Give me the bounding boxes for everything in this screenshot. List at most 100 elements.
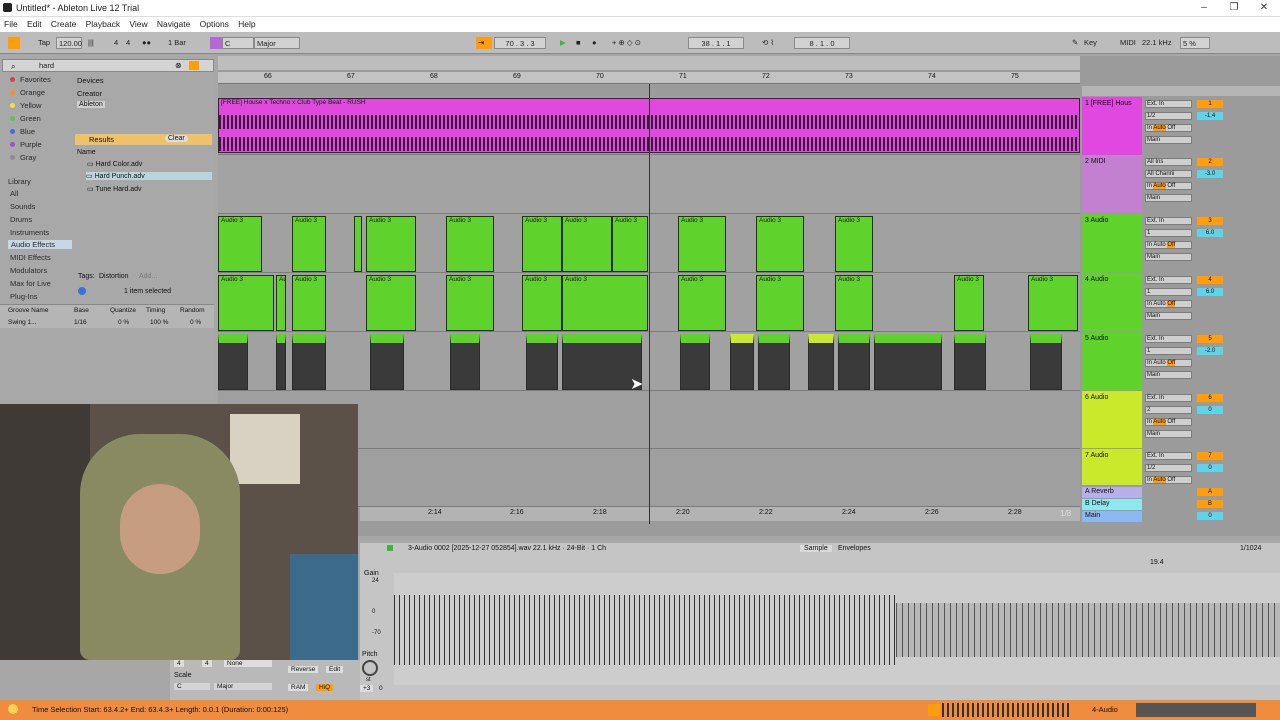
volume-field[interactable]: 6.0: [1197, 229, 1223, 237]
list-item[interactable]: ▭ Hard Punch.adv: [86, 172, 212, 180]
volume-field[interactable]: -1.4: [1197, 112, 1223, 120]
library-midi-effects[interactable]: MIDI Effects: [10, 253, 51, 262]
collection-orange[interactable]: Orange: [10, 88, 45, 97]
groove-select[interactable]: None: [224, 660, 272, 667]
quantize-menu[interactable]: 1 Bar: [166, 37, 188, 49]
tab-envelopes[interactable]: Envelopes: [838, 545, 871, 552]
metronome-icon[interactable]: |||: [86, 37, 96, 49]
track-number[interactable]: 7: [1197, 452, 1223, 460]
position-field[interactable]: 70 . 3 . 3: [494, 37, 546, 49]
audio-clip[interactable]: Audio 3: [954, 275, 984, 331]
track-header-4[interactable]: 4 Audio: [1082, 273, 1142, 331]
track-header-6[interactable]: 6 Audio: [1082, 391, 1142, 448]
monitor-in[interactable]: In: [1147, 477, 1152, 483]
sample-waveform-display[interactable]: [394, 573, 1280, 685]
menu-view[interactable]: View: [129, 19, 147, 29]
follow-icon[interactable]: ⇥: [476, 37, 492, 49]
audio-clip[interactable]: Audio 3: [522, 275, 562, 331]
beat-ruler[interactable]: 66 67 68 69 70 71 72 73 74 75: [218, 72, 1080, 84]
audio-clip[interactable]: Au: [276, 275, 286, 331]
monitor-toggle[interactable]: In Auto Off: [1145, 418, 1192, 426]
audio-clip[interactable]: [354, 216, 362, 272]
menu-playback[interactable]: Playback: [86, 19, 121, 29]
audio-clip[interactable]: [292, 334, 326, 390]
audio-clip[interactable]: Audio 3: [678, 275, 726, 331]
library-audio-effects[interactable]: Audio Effects: [8, 240, 72, 249]
library-drums[interactable]: Drums: [10, 215, 32, 224]
collection-blue[interactable]: Blue: [10, 127, 35, 136]
audio-clip[interactable]: Audio 3: [292, 275, 326, 331]
menu-create[interactable]: Create: [51, 19, 77, 29]
library-max-for-live[interactable]: Max for Live: [10, 279, 51, 288]
midi-map-button[interactable]: MIDI: [1118, 37, 1138, 49]
audio-clip[interactable]: Audio 3: [292, 216, 326, 272]
clip-scale-select[interactable]: Major: [214, 683, 272, 690]
audio-clip[interactable]: Audio 3: [756, 216, 804, 272]
clear-search-icon[interactable]: ⊗: [175, 61, 182, 70]
library-plug-ins[interactable]: Plug-Ins: [10, 292, 38, 301]
audio-clip[interactable]: Audio 3: [835, 216, 873, 272]
volume-field[interactable]: 6.0: [1197, 288, 1223, 296]
metronome-toggle-icon[interactable]: ●●: [140, 37, 153, 49]
monitor-auto[interactable]: Auto: [1153, 242, 1165, 248]
track-header-3[interactable]: 3 Audio: [1082, 214, 1142, 272]
key-map-button[interactable]: Key: [1082, 37, 1099, 49]
tag-distortion[interactable]: Distortion: [99, 273, 129, 280]
menu-help[interactable]: Help: [238, 19, 255, 29]
menu-edit[interactable]: Edit: [27, 19, 42, 29]
monitor-off[interactable]: Off: [1167, 183, 1175, 189]
monitor-auto[interactable]: Auto: [1153, 301, 1165, 307]
return-a-button[interactable]: A: [1197, 488, 1223, 496]
return-b-button[interactable]: B: [1197, 500, 1223, 508]
monitor-off[interactable]: Off: [1167, 125, 1175, 131]
return-header-b[interactable]: B Delay: [1082, 499, 1142, 510]
audio-clip[interactable]: Audio 3: [446, 275, 494, 331]
restore-icon[interactable]: ❐: [1226, 2, 1242, 13]
input-channel-select[interactable]: 1/2: [1145, 112, 1192, 120]
audio-clip[interactable]: Audio 3: [522, 216, 562, 272]
ram-button[interactable]: RAM: [288, 684, 309, 691]
audio-clip[interactable]: Audio 3: [218, 216, 262, 272]
time-ruler[interactable]: 2:14 2:16 2:18 2:20 2:22 2:24 2:26 2:28 …: [360, 507, 1080, 521]
audio-clip[interactable]: [758, 334, 790, 390]
track-number[interactable]: 2: [1197, 158, 1223, 166]
close-icon[interactable]: ✕: [1256, 2, 1272, 13]
add-tag-button[interactable]: Add...: [139, 273, 157, 280]
output-select[interactable]: Main: [1145, 371, 1192, 379]
groove-row-name[interactable]: Swing 1...: [8, 319, 37, 326]
monitor-off[interactable]: Off: [1167, 477, 1175, 483]
hiq-button[interactable]: HiQ: [316, 684, 334, 691]
monitor-toggle[interactable]: In Auto Off: [1145, 300, 1192, 308]
track-number[interactable]: 4: [1197, 276, 1223, 284]
groove-row-random[interactable]: 0 %: [190, 319, 201, 326]
monitor-in[interactable]: In: [1147, 242, 1152, 248]
volume-field[interactable]: -3.0: [1197, 170, 1223, 178]
groove-row-timing[interactable]: 100 %: [150, 319, 168, 326]
audio-clip[interactable]: Audio 3: [612, 216, 648, 272]
audio-clip[interactable]: Audio 3: [562, 275, 648, 331]
input-type-select[interactable]: Ext. In: [1145, 452, 1192, 460]
collection-gray[interactable]: Gray: [10, 153, 36, 162]
input-type-select[interactable]: Ext. In: [1145, 335, 1192, 343]
track-number[interactable]: 3: [1197, 217, 1223, 225]
reverse-button[interactable]: Reverse: [288, 666, 319, 673]
track-header-5[interactable]: 5 Audio: [1082, 332, 1142, 390]
volume-field[interactable]: 0: [1197, 464, 1223, 472]
volume-field[interactable]: -2.0: [1197, 347, 1223, 355]
audio-clip[interactable]: Audio 3: [446, 216, 494, 272]
track-header-1[interactable]: 1 [FREE] Hous: [1082, 97, 1142, 155]
audio-clip[interactable]: [808, 334, 834, 390]
main-header[interactable]: Main: [1082, 511, 1142, 522]
monitor-auto[interactable]: Auto: [1153, 360, 1165, 366]
filter-devices[interactable]: Devices: [77, 76, 104, 85]
collection-favorites[interactable]: Favorites: [10, 75, 51, 84]
stop-icon[interactable]: ■: [574, 37, 583, 49]
audio-clip[interactable]: [1030, 334, 1062, 390]
audio-clip[interactable]: [838, 334, 870, 390]
monitor-toggle[interactable]: In Auto Off: [1145, 182, 1192, 190]
tab-sample[interactable]: Sample: [800, 545, 832, 552]
monitor-auto[interactable]: Auto: [1153, 419, 1166, 425]
library-instruments[interactable]: Instruments: [10, 228, 49, 237]
list-item[interactable]: ▭ Tune Hard.adv: [87, 185, 141, 193]
monitor-auto[interactable]: Auto: [1153, 183, 1166, 189]
